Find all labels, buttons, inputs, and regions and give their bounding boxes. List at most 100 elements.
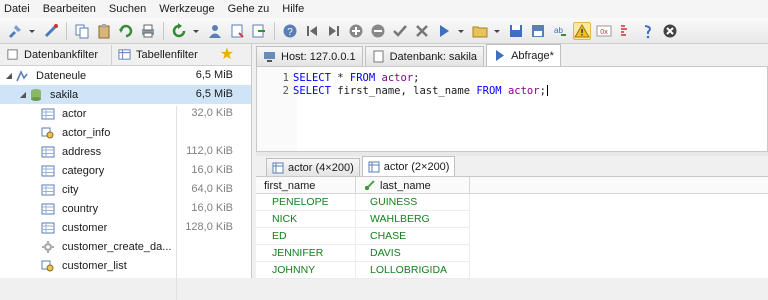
comment-icon[interactable] <box>617 22 635 40</box>
close-icon[interactable] <box>661 22 679 40</box>
result-tab-2[interactable]: actor (2×200) <box>361 156 456 176</box>
tree-object-row[interactable]: customer_create_da... <box>0 237 251 256</box>
main-toolbar: ? ab 0x <box>0 18 768 44</box>
delete-row-icon[interactable] <box>369 22 387 40</box>
object-name: category <box>62 164 105 177</box>
object-size: 32,0 KiB <box>191 107 233 119</box>
tree-object-row[interactable]: actor_info <box>0 123 251 142</box>
add-row-icon[interactable] <box>347 22 365 40</box>
user-manager-icon[interactable] <box>206 22 224 40</box>
chevron-down-icon[interactable] <box>28 22 36 40</box>
object-name: customer_list <box>62 259 127 272</box>
procedure-icon <box>40 239 56 255</box>
cell-last-name[interactable]: DAVIS <box>356 245 470 262</box>
help-icon[interactable]: ? <box>281 22 299 40</box>
table-row[interactable]: PENELOPE GUINESS <box>256 194 768 211</box>
menu-goto[interactable]: Gehe zu <box>228 3 270 15</box>
table-row[interactable]: ED CHASE <box>256 228 768 245</box>
chevron-down-icon[interactable] <box>493 22 501 40</box>
editor-line: 2 SELECT first_name, last_name FROM acto… <box>257 84 548 97</box>
result-grid[interactable]: first_name last_name PENELOPE GUINESS NICK… <box>256 176 768 279</box>
sql-terminator: ; <box>539 84 546 97</box>
info-icon[interactable] <box>639 22 657 40</box>
sql-editor[interactable]: 1 SELECT * FROM actor ; 2 SELECT first_n… <box>256 66 768 152</box>
tree-object-row[interactable]: category 16,0 KiB <box>0 161 251 180</box>
object-size: 64,0 KiB <box>191 183 233 195</box>
cell-first-name[interactable]: ED <box>256 228 356 245</box>
cell-last-name[interactable]: GUINESS <box>356 194 470 211</box>
table-row[interactable]: JENNIFER DAVIS <box>256 245 768 262</box>
result-tab-1[interactable]: actor (4×200) <box>266 158 360 176</box>
cancel-icon[interactable] <box>413 22 431 40</box>
filter-bar: Datenbankfilter Tabellenfilter ★ <box>0 44 251 66</box>
menu-help[interactable]: Hilfe <box>282 3 304 15</box>
cell-first-name[interactable]: NICK <box>256 211 356 228</box>
tree-object-row[interactable]: city 64,0 KiB <box>0 180 251 199</box>
save-snippet-icon[interactable] <box>529 22 547 40</box>
disconnect-icon[interactable] <box>42 22 60 40</box>
menu-tools[interactable]: Werkzeuge <box>159 3 214 15</box>
object-name: address <box>62 145 102 158</box>
cell-last-name[interactable]: CHASE <box>356 228 470 245</box>
chevron-down-icon[interactable] <box>192 22 200 40</box>
column-header-first-name[interactable]: first_name <box>256 177 356 194</box>
load-sql-icon[interactable] <box>471 22 489 40</box>
copy-icon[interactable] <box>73 22 91 40</box>
menu-file[interactable]: Datei <box>4 3 30 15</box>
paste-icon[interactable] <box>95 22 113 40</box>
chevron-down-icon[interactable] <box>457 22 465 40</box>
object-name: customer_create_da... <box>62 240 172 253</box>
tab-host[interactable]: Host: 127.0.0.1 <box>256 46 363 66</box>
tree-database-row[interactable]: ◢ sakila 6,5 MiB <box>0 85 251 104</box>
run-query-icon[interactable] <box>435 22 453 40</box>
object-name: customer <box>62 221 108 234</box>
cell-first-name[interactable]: JOHNNY <box>256 262 356 279</box>
save-icon[interactable] <box>507 22 525 40</box>
maintenance-icon[interactable] <box>228 22 246 40</box>
checkmark-icon[interactable] <box>391 22 409 40</box>
favorite-star-icon[interactable]: ★ <box>220 46 234 63</box>
session-size: 6,5 MiB <box>195 69 233 81</box>
table-icon <box>40 144 56 160</box>
connect-icon[interactable] <box>6 22 24 40</box>
tree-object-row[interactable]: country 16,0 KiB <box>0 199 251 218</box>
main-tab-bar: Host: 127.0.0.1 Datenbank: sakila Abfrag… <box>256 44 768 66</box>
tree-object-row[interactable]: address 112,0 KiB <box>0 142 251 161</box>
cell-last-name[interactable]: WAHLBERG <box>356 211 470 228</box>
print-icon[interactable] <box>139 22 157 40</box>
cell-last-name[interactable]: LOLLOBRIGIDA <box>356 262 470 279</box>
table-row[interactable]: NICK WAHLBERG <box>256 211 768 228</box>
cell-first-name[interactable]: JENNIFER <box>256 245 356 262</box>
svg-text:0x: 0x <box>600 29 608 36</box>
last-record-icon[interactable] <box>325 22 343 40</box>
result-tab-2-label: actor (2×200) <box>383 160 450 173</box>
tree-object-row[interactable]: customer 128,0 KiB <box>0 218 251 237</box>
tab-query[interactable]: Abfrage* <box>486 44 561 66</box>
warning-toggle-icon[interactable] <box>573 21 591 40</box>
find-replace-icon[interactable]: ab <box>551 22 569 40</box>
expand-arrow-icon[interactable]: ◢ <box>4 71 14 80</box>
refresh-icon[interactable] <box>170 22 188 40</box>
menu-search[interactable]: Suchen <box>109 3 146 15</box>
column-header-last-name[interactable]: last_name <box>356 177 470 194</box>
toolbar-divider <box>163 21 164 40</box>
first-record-icon[interactable] <box>303 22 321 40</box>
table-row[interactable]: JOHNNY LOLLOBRIGIDA <box>256 262 768 279</box>
query-play-icon <box>496 50 505 61</box>
export-icon[interactable] <box>250 22 268 40</box>
tree-session-row[interactable]: ◢ Dateneule 6,5 MiB <box>0 66 251 85</box>
sql-keyword: FROM <box>349 71 376 84</box>
tree-object-row[interactable]: customer_list <box>0 256 251 275</box>
undo-icon[interactable] <box>117 22 135 40</box>
database-name: sakila <box>50 88 79 101</box>
database-filter-tab[interactable]: Datenbankfilter <box>0 44 112 65</box>
table-filter-tab[interactable]: Tabellenfilter <box>112 45 204 65</box>
table-icon <box>118 49 131 60</box>
tree-object-row[interactable]: actor 32,0 KiB <box>0 104 251 123</box>
cell-first-name[interactable]: PENELOPE <box>256 194 356 211</box>
line-number: 2 <box>282 84 289 97</box>
tab-database[interactable]: Datenbank: sakila <box>364 46 485 66</box>
expand-arrow-icon[interactable]: ◢ <box>18 90 28 99</box>
menu-edit[interactable]: Bearbeiten <box>43 3 96 15</box>
format-sql-icon[interactable]: 0x <box>595 22 613 40</box>
